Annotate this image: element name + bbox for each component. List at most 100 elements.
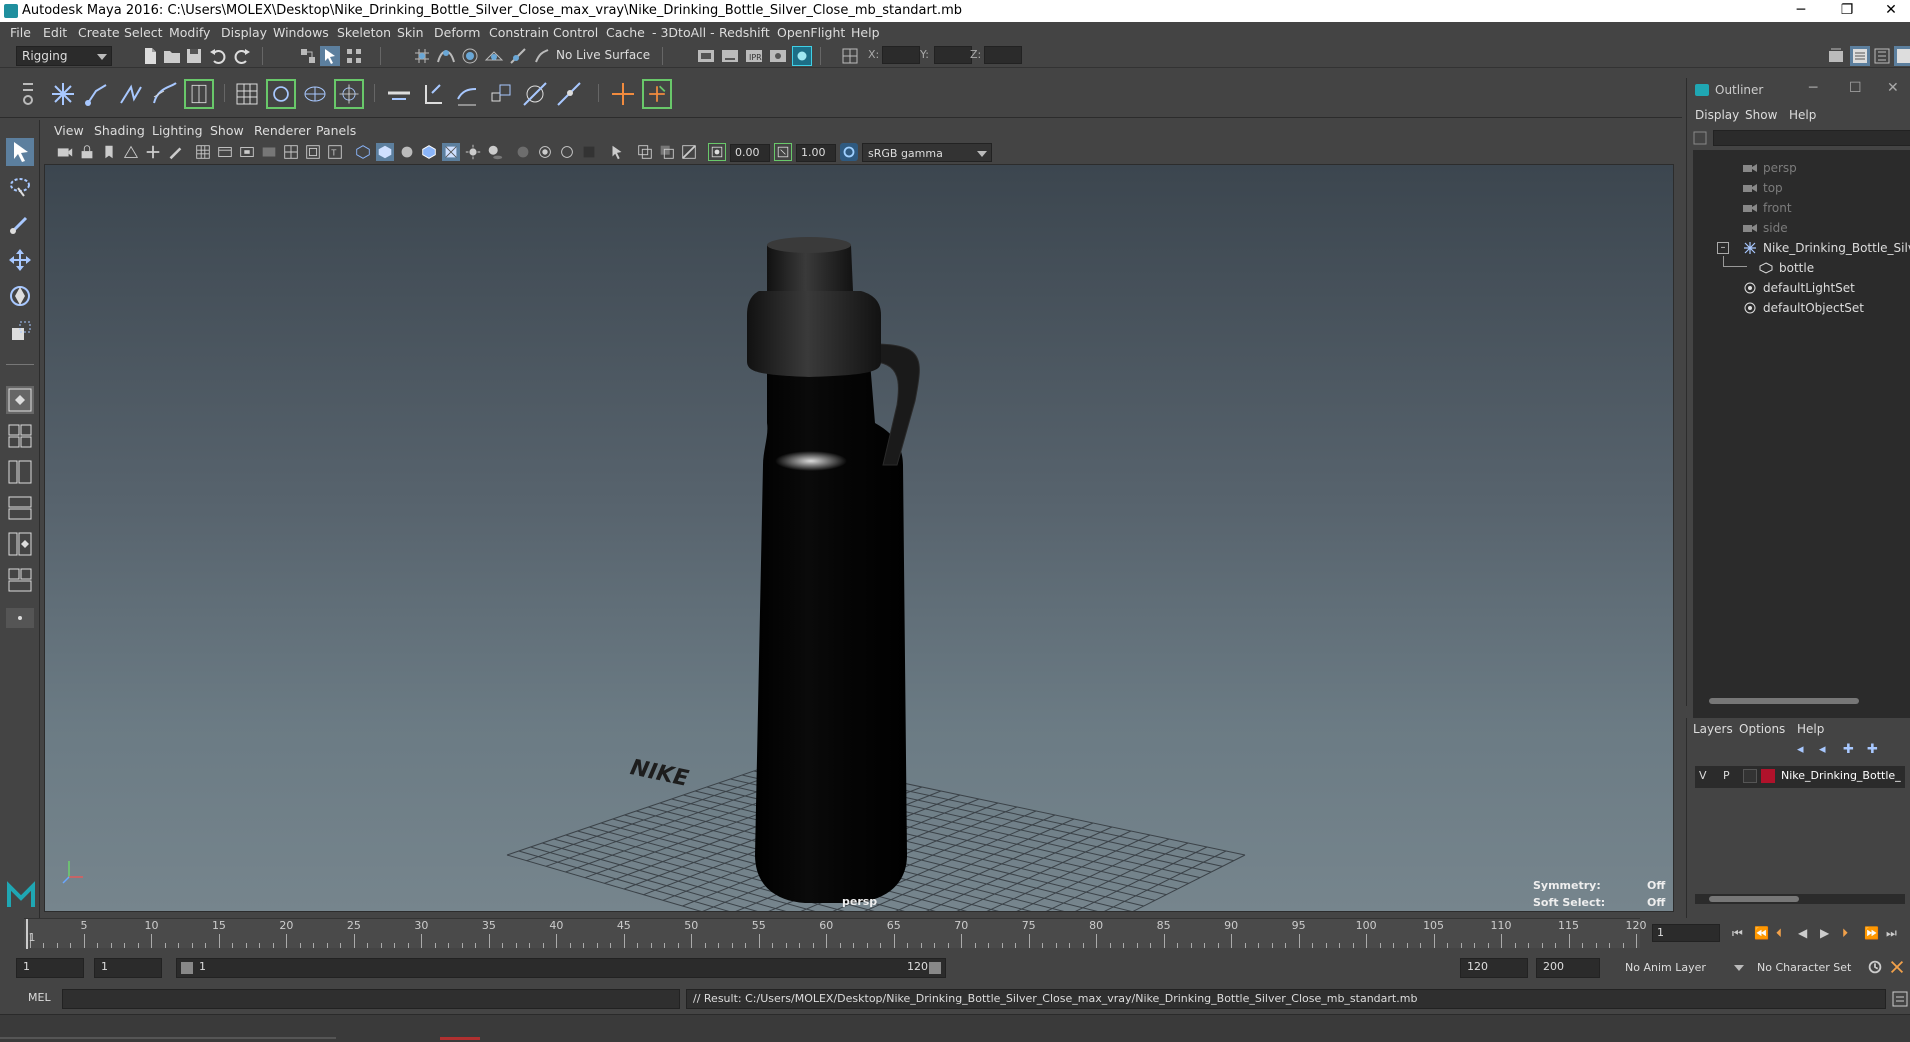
hypershade-icon[interactable]: [792, 46, 812, 66]
restore-button[interactable]: ❐: [1824, 0, 1870, 22]
select-tool-icon[interactable]: [6, 138, 34, 166]
exposure-icon[interactable]: [708, 143, 726, 161]
animation-start-field[interactable]: 1: [16, 958, 84, 978]
ipr-render-icon[interactable]: IPR: [744, 46, 764, 66]
y-field[interactable]: [934, 46, 972, 64]
scrollbar-thumb[interactable]: [1709, 896, 1799, 902]
locator-icon[interactable]: [608, 79, 638, 109]
layer-playback-toggle[interactable]: P: [1723, 769, 1730, 782]
textured-icon[interactable]: [442, 143, 460, 161]
move-layer-up-icon[interactable]: ◂: [1797, 742, 1804, 757]
layers-menu-layers[interactable]: Layers: [1693, 718, 1733, 740]
ik-spline-icon[interactable]: [116, 79, 146, 109]
lattice-icon[interactable]: [232, 79, 262, 109]
sculpt-deformer-icon[interactable]: [334, 79, 364, 109]
go-to-end-icon[interactable]: ⏭: [1886, 926, 1897, 941]
scrollbar-thumb[interactable]: [1709, 698, 1859, 704]
persp-uv-layout-icon[interactable]: [6, 566, 34, 594]
mode-selector[interactable]: Rigging: [16, 46, 112, 66]
image-plane-icon[interactable]: [122, 143, 140, 161]
lasso-tool-icon[interactable]: [6, 174, 34, 202]
gamma-field[interactable]: 1.00: [796, 144, 836, 162]
layers-menu-options[interactable]: Options: [1739, 718, 1785, 740]
outliner-close-icon[interactable]: ✕: [1887, 80, 1899, 96]
channel-box-icon[interactable]: [1894, 46, 1910, 66]
character-set-selector[interactable]: No Character Set: [1752, 958, 1862, 978]
menu-help[interactable]: Help: [851, 22, 880, 44]
outliner-filter-icon[interactable]: [1693, 130, 1707, 146]
backface-culling-icon[interactable]: [580, 143, 598, 161]
use-lights-icon[interactable]: [464, 143, 482, 161]
menu-modify[interactable]: Modify: [169, 22, 210, 44]
menu-openflight[interactable]: OpenFlight: [777, 22, 845, 44]
layer-row[interactable]: V P Nike_Drinking_Bottle_: [1695, 766, 1905, 788]
select-component-icon[interactable]: [344, 46, 364, 66]
layer-name[interactable]: Nike_Drinking_Bottle_: [1781, 769, 1901, 782]
smooth-shade-icon[interactable]: [376, 143, 394, 161]
collapse-toggle-icon[interactable]: –: [1717, 242, 1729, 254]
isolate-select-icon[interactable]: [608, 143, 626, 161]
animation-end-field[interactable]: 200: [1536, 958, 1600, 978]
modeling-toolkit-icon[interactable]: [1826, 46, 1846, 66]
menu-select[interactable]: Select: [124, 22, 163, 44]
time-slider[interactable]: 1 5 10 15 20 25 30 35 40 45 50 55 60 65 70 75 80 85 90 95 10…: [24, 918, 1647, 949]
hypershade-persp-layout-icon[interactable]: [6, 530, 34, 558]
save-scene-icon[interactable]: [184, 46, 204, 66]
layer-display-type-toggle[interactable]: [1743, 769, 1757, 783]
anim-layer-selector[interactable]: No Anim Layer: [1620, 958, 1748, 978]
current-time-indicator[interactable]: [26, 919, 28, 949]
xray-icon[interactable]: [514, 143, 532, 161]
ik-handle-icon[interactable]: [82, 79, 112, 109]
menu-edit[interactable]: Edit: [43, 22, 67, 44]
persp-outliner-layout-icon[interactable]: [6, 458, 34, 486]
colorspace-selector[interactable]: sRGB gamma: [862, 143, 992, 162]
animation-preferences-icon[interactable]: [1888, 958, 1906, 976]
menu-file[interactable]: File: [10, 22, 31, 44]
camera-attributes-icon[interactable]: [56, 143, 74, 161]
menu-skeleton[interactable]: Skeleton: [337, 22, 391, 44]
select-hierarchy-icon[interactable]: [298, 46, 318, 66]
go-to-start-icon[interactable]: ⏮: [1732, 926, 1743, 941]
undo-icon[interactable]: [208, 46, 228, 66]
resolution-gate-icon[interactable]: [238, 143, 256, 161]
snap-curve-icon[interactable]: [436, 46, 456, 66]
render-current-frame-icon[interactable]: [720, 46, 740, 66]
camera-lock-icon[interactable]: [78, 143, 96, 161]
snap-grid-icon[interactable]: [412, 46, 432, 66]
command-input[interactable]: [62, 989, 680, 1009]
outliner-menu-show[interactable]: Show: [1745, 108, 1777, 122]
shadows-icon[interactable]: [486, 143, 504, 161]
playback-end-field[interactable]: 120: [1460, 958, 1528, 978]
menu-display[interactable]: Display: [221, 22, 267, 44]
aim-constraint-icon[interactable]: [520, 79, 550, 109]
bookmark-icon[interactable]: [100, 143, 118, 161]
xray-active-icon[interactable]: [536, 143, 554, 161]
perspective-viewport[interactable]: NIKE persp Symmetry: Off Soft Select: Of…: [44, 164, 1674, 912]
snap-live-icon[interactable]: [508, 46, 528, 66]
redo-icon[interactable]: [232, 46, 252, 66]
gate-mask-icon[interactable]: [260, 143, 278, 161]
color-management-icon[interactable]: [840, 143, 858, 161]
scale-tool-icon[interactable]: [6, 318, 34, 346]
menu-3dtoall[interactable]: - 3DtoAll -: [652, 22, 715, 44]
render-view-icon[interactable]: [696, 46, 716, 66]
auto-key-icon[interactable]: [1866, 958, 1884, 976]
range-end-handle[interactable]: [929, 962, 941, 974]
x-field[interactable]: [882, 46, 920, 64]
script-language-toggle[interactable]: MEL: [28, 991, 51, 1004]
wireframe-on-shaded-icon[interactable]: [420, 143, 438, 161]
move-layer-down-icon[interactable]: ◂: [1819, 742, 1826, 757]
gamma-icon[interactable]: [774, 143, 792, 161]
wireframe-icon[interactable]: [354, 143, 372, 161]
playback-start-field[interactable]: 1: [94, 958, 162, 978]
new-layer-selected-icon[interactable]: ✚: [1867, 742, 1878, 757]
menu-skin[interactable]: Skin: [397, 22, 424, 44]
step-forward-key-icon[interactable]: ⏵: [1842, 926, 1848, 941]
range-start-handle[interactable]: [181, 962, 193, 974]
panel-menu-renderer[interactable]: Renderer: [254, 120, 311, 142]
step-back-frame-icon[interactable]: ⏪: [1754, 926, 1769, 940]
select-object-icon[interactable]: [320, 46, 340, 66]
shelf-menu-gear-icon[interactable]: [20, 78, 36, 108]
menu-deform[interactable]: Deform: [434, 22, 480, 44]
make-live-icon[interactable]: [532, 46, 552, 66]
